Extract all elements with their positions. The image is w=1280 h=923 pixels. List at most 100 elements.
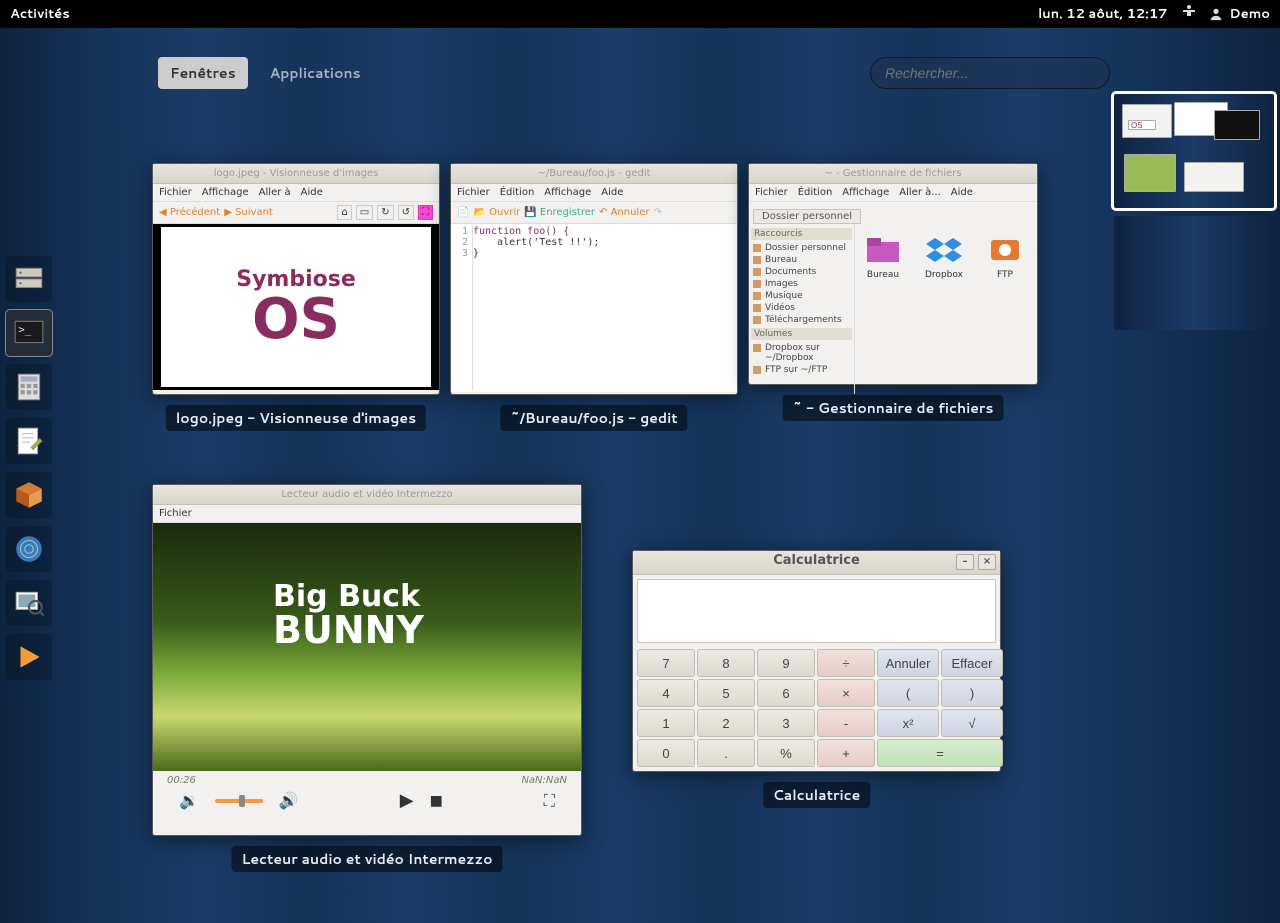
menu-item[interactable]: Aide xyxy=(951,187,973,198)
activities-button[interactable]: Activités xyxy=(10,5,70,23)
key-dot[interactable]: . xyxy=(697,739,755,767)
sidebar-item[interactable]: Dossier personnel xyxy=(751,242,852,254)
clock[interactable]: lun. 12 aôut, 12:17 xyxy=(1038,5,1167,23)
dash-media-player[interactable] xyxy=(6,634,52,680)
workspace-switcher: OS xyxy=(1114,94,1274,338)
close-icon[interactable]: × xyxy=(978,554,996,570)
menu-item[interactable]: Fichier xyxy=(755,187,788,198)
video-area: Big BuckBUNNY xyxy=(153,523,581,771)
key-2[interactable]: 2 xyxy=(697,709,755,737)
folder-icon[interactable]: Bureau xyxy=(865,234,901,384)
menu-item[interactable]: Affichage xyxy=(202,187,249,198)
sidebar-item[interactable]: Musique xyxy=(751,290,852,302)
key-5[interactable]: 5 xyxy=(697,679,755,707)
back-button[interactable]: ◀ Précédent xyxy=(159,207,220,218)
key-3[interactable]: 3 xyxy=(757,709,815,737)
rotate-icon[interactable]: ↻ xyxy=(377,205,393,220)
window-calculator[interactable]: Calculatrice – × 7 8 9 ÷ Annuler Effacer… xyxy=(632,550,1001,808)
ftp-icon[interactable]: FTP xyxy=(987,234,1023,384)
key-equals[interactable]: = xyxy=(877,739,1003,767)
menu-item[interactable]: Aide xyxy=(601,187,623,198)
play-icon[interactable]: ▶ xyxy=(400,790,414,811)
dash-text-editor[interactable] xyxy=(6,418,52,464)
key-square[interactable]: x² xyxy=(877,709,939,737)
rotate-icon[interactable]: ↺ xyxy=(398,205,414,220)
sidebar-item[interactable]: Dropbox sur ~/Dropbox xyxy=(751,342,852,364)
zoom-100-icon[interactable]: ▭ xyxy=(356,205,373,220)
search-box[interactable] xyxy=(870,57,1110,89)
menu-item[interactable]: Édition xyxy=(500,187,535,198)
fullscreen-icon[interactable]: ⛶ xyxy=(418,205,433,220)
key-6[interactable]: 6 xyxy=(757,679,815,707)
key-add[interactable]: + xyxy=(817,739,875,767)
volume-slider[interactable] xyxy=(215,799,263,803)
workspace-2[interactable] xyxy=(1114,216,1274,330)
search-input[interactable] xyxy=(885,65,1095,81)
workspace-1[interactable]: OS xyxy=(1114,94,1274,208)
titlebar: logo.jpeg - Visionneuse d'images xyxy=(153,164,439,184)
key-lparen[interactable]: ( xyxy=(877,679,939,707)
redo-icon[interactable]: ↷ xyxy=(653,207,661,218)
dash-calculator[interactable] xyxy=(6,364,52,410)
key-7[interactable]: 7 xyxy=(637,649,695,677)
key-9[interactable]: 9 xyxy=(757,649,815,677)
zoom-fit-icon[interactable]: ⌂ xyxy=(337,205,351,220)
window-gedit[interactable]: ~/Bureau/foo.js - gedit Fichier Édition … xyxy=(450,163,738,431)
dash: >_ xyxy=(6,256,58,680)
undo-button[interactable]: ↶ Annuler xyxy=(599,207,649,218)
dash-settings[interactable] xyxy=(6,526,52,572)
key-clear[interactable]: Effacer xyxy=(941,649,1003,677)
forward-button[interactable]: ▶ Suivant xyxy=(224,207,273,218)
toolbar: ◀ Précédent ▶ Suivant ⌂ ▭ ↻ ↺ ⛶ xyxy=(153,202,439,224)
dash-files[interactable] xyxy=(6,256,52,302)
key-divide[interactable]: ÷ xyxy=(817,649,875,677)
minimize-icon[interactable]: – xyxy=(956,554,974,570)
key-multiply[interactable]: × xyxy=(817,679,875,707)
window-file-manager[interactable]: ~ - Gestionnaire de fichiers Fichier Édi… xyxy=(748,163,1038,421)
menu-item[interactable]: Aide xyxy=(301,187,323,198)
menu-item[interactable]: Affichage xyxy=(544,187,591,198)
save-button[interactable]: 💾 Enregistrer xyxy=(524,207,595,218)
tab-windows[interactable]: Fenêtres xyxy=(158,57,248,89)
path-tab[interactable]: Dossier personnel xyxy=(753,209,861,224)
key-sqrt[interactable]: √ xyxy=(941,709,1003,737)
key-8[interactable]: 8 xyxy=(697,649,755,677)
sidebar-item[interactable]: Bureau xyxy=(751,254,852,266)
volume-up-icon[interactable]: 🔊 xyxy=(279,791,299,810)
key-4[interactable]: 4 xyxy=(637,679,695,707)
menu-item[interactable]: Fichier xyxy=(159,508,192,519)
sidebar-item[interactable]: Images xyxy=(751,278,852,290)
key-percent[interactable]: % xyxy=(757,739,815,767)
menu-item[interactable]: Édition xyxy=(798,187,833,198)
time-current: 00:26 xyxy=(167,775,196,786)
dropbox-icon[interactable]: Dropbox xyxy=(925,234,963,384)
stop-icon[interactable]: ■ xyxy=(430,793,443,809)
key-cancel[interactable]: Annuler xyxy=(877,649,939,677)
window-media-player[interactable]: Lecteur audio et vidéo Intermezzo Fichie… xyxy=(152,484,582,872)
time-total: NaN:NaN xyxy=(521,775,567,786)
volume-down-icon[interactable]: 🔉 xyxy=(179,791,199,810)
key-rparen[interactable]: ) xyxy=(941,679,1003,707)
dash-terminal[interactable]: >_ xyxy=(6,310,52,356)
open-button[interactable]: 📂 Ouvrir xyxy=(473,207,520,218)
window-image-viewer[interactable]: logo.jpeg - Visionneuse d'images Fichier… xyxy=(152,163,440,431)
dash-software-center[interactable] xyxy=(6,472,52,518)
accessibility-icon[interactable] xyxy=(1181,4,1197,25)
sidebar-item[interactable]: Documents xyxy=(751,266,852,278)
user-menu[interactable]: Demo xyxy=(1209,5,1270,23)
menu-item[interactable]: Fichier xyxy=(159,187,192,198)
dash-image-viewer[interactable] xyxy=(6,580,52,626)
key-0[interactable]: 0 xyxy=(637,739,695,767)
new-icon[interactable]: 📄 xyxy=(457,207,469,218)
sidebar-item[interactable]: Vidéos xyxy=(751,302,852,314)
sidebar-item[interactable]: Téléchargements xyxy=(751,314,852,326)
menu-item[interactable]: Aller à... xyxy=(899,187,941,198)
menu-item[interactable]: Fichier xyxy=(457,187,490,198)
key-subtract[interactable]: - xyxy=(817,709,875,737)
tab-applications[interactable]: Applications xyxy=(258,57,373,89)
menu-item[interactable]: Affichage xyxy=(842,187,889,198)
menu-item[interactable]: Aller à xyxy=(259,187,291,198)
sidebar-item[interactable]: FTP sur ~/FTP xyxy=(751,364,852,376)
key-1[interactable]: 1 xyxy=(637,709,695,737)
fullscreen-icon[interactable]: ⛶ xyxy=(544,791,555,811)
